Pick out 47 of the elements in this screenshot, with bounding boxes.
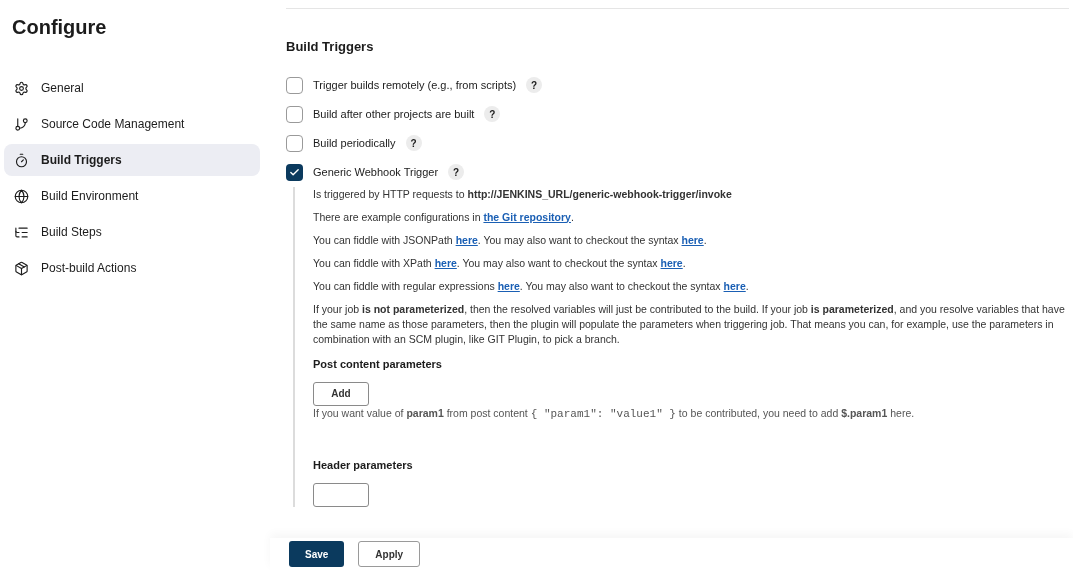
globe-icon	[14, 188, 29, 204]
checkmark-icon	[289, 166, 300, 178]
checkbox-label: Build after other projects are built	[313, 106, 475, 122]
sidebar-item[interactable]: Build Steps	[4, 216, 260, 248]
sidebar-item[interactable]: Build Triggers	[4, 144, 260, 176]
checkbox-label: Build periodically	[313, 135, 396, 151]
branch-icon	[14, 116, 29, 132]
link[interactable]: here	[660, 256, 683, 269]
box-icon	[14, 260, 29, 276]
description-text: If your job is not parameterized, then the resolved variables will just be contributed to the build. If your job is parameterized, and you resolve variables that have the same name as those parameters, then the plugin will populate the parameters when triggering job. That means you can, for example, use the parameters in combination with an SCM plugin, like GIT Plugin, to pick a branch.	[313, 301, 1066, 347]
settings-icon	[14, 80, 29, 96]
link[interactable]: here	[497, 279, 520, 292]
link[interactable]: here	[434, 256, 457, 269]
link[interactable]: the Git repository	[483, 210, 571, 223]
list-icon	[14, 224, 29, 240]
help-button[interactable]: ?	[405, 135, 422, 151]
description-text: You can fiddle with XPath here. You may also want to checkout the syntax here.	[313, 255, 687, 271]
sidebar-item[interactable]: General	[4, 72, 260, 104]
help-button[interactable]: ?	[484, 106, 501, 122]
sidebar-item[interactable]: Post-build Actions	[4, 252, 260, 284]
timer-icon	[14, 152, 29, 168]
link[interactable]: here	[681, 233, 704, 246]
link[interactable]: here	[455, 233, 478, 246]
description-text: You can fiddle with JSONPath here. You may also want to checkout the syntax here.	[313, 232, 708, 248]
add-button[interactable]	[313, 482, 369, 507]
help-button[interactable]: ?	[448, 164, 465, 180]
subsection-title: Header parameters	[313, 457, 414, 473]
checkbox[interactable]	[286, 134, 303, 152]
section-title: Build Triggers	[286, 38, 375, 56]
save-button[interactable]: Save	[289, 541, 345, 567]
sidebar-item[interactable]: Build Environment	[4, 180, 260, 212]
description-text: There are example configurations in the Git repository.	[313, 209, 575, 225]
add-button[interactable]: Add	[313, 381, 369, 406]
page-title: Configure	[12, 15, 108, 40]
checkbox-label: Generic Webhook Trigger	[313, 164, 439, 180]
sidebar-item[interactable]: Source Code Management	[4, 108, 260, 140]
description-text: You can fiddle with regular expressions here. You may also want to checkout the syntax here.	[313, 278, 750, 294]
description-text: Is triggered by HTTP requests to http://JENKINS_URL/generic-webhook-trigger/invoke	[313, 186, 733, 202]
checkbox-label: Trigger builds remotely (e.g., from scripts)	[313, 77, 517, 93]
link[interactable]: here	[723, 279, 746, 292]
help-button[interactable]: ?	[526, 77, 543, 93]
hint-text: If you want value of param1 from post content { "param1": "value1" } to be contributed, you need to add $.param1 here.	[313, 405, 916, 422]
subsection-title: Post content parameters	[313, 356, 443, 372]
checkbox[interactable]	[286, 76, 303, 94]
apply-button[interactable]: Apply	[358, 541, 421, 567]
checkbox[interactable]	[286, 105, 303, 123]
checkbox[interactable]	[286, 163, 303, 181]
